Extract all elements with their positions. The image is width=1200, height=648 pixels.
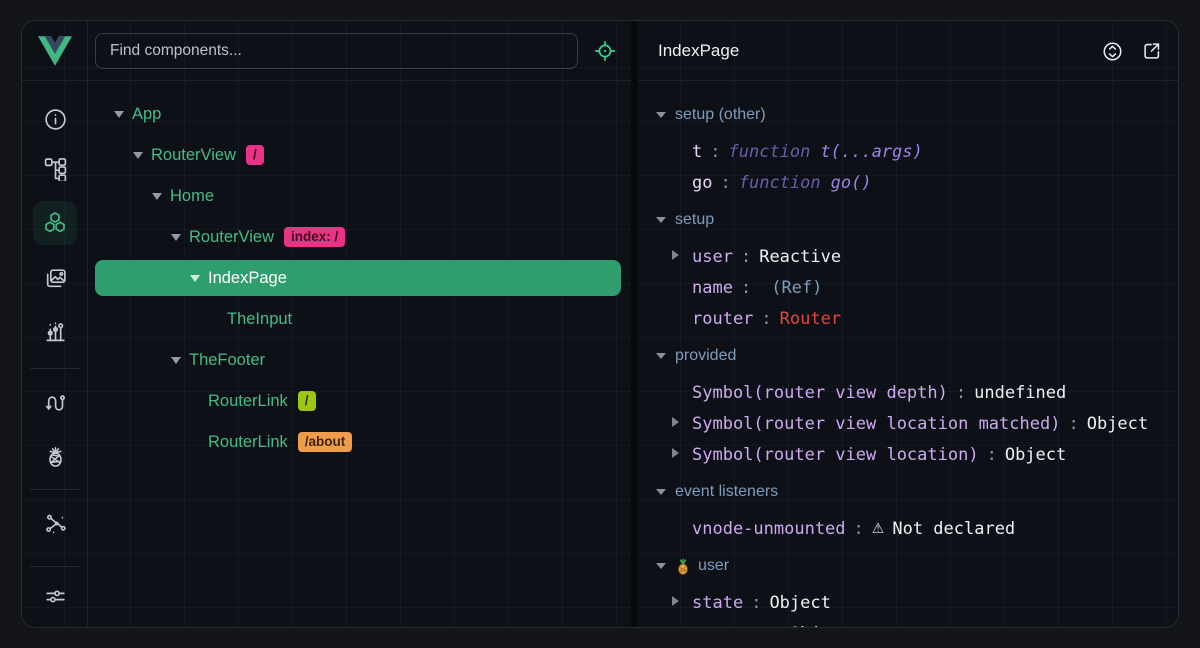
sidebar-item-elements-tree[interactable] — [33, 146, 77, 190]
chevron-right-icon[interactable] — [672, 250, 679, 260]
state-row-user[interactable]: user : Reactive — [638, 241, 1179, 272]
component-picker-button[interactable] — [594, 40, 616, 62]
tree-item-label: IndexPage — [208, 269, 287, 288]
tree-item-label: TheInput — [227, 310, 292, 329]
vue-logo[interactable] — [22, 21, 88, 81]
tree-item-label: RouterLink — [208, 433, 288, 452]
chevron-down-icon[interactable] — [656, 489, 666, 495]
inspector-header: IndexPage — [638, 21, 1179, 81]
assets-icon — [43, 266, 68, 291]
tree-item-thefooter[interactable]: TheFooter — [95, 342, 621, 378]
state-row-router-view-depth[interactable]: Symbol(router view depth) : undefined — [638, 377, 1179, 408]
component-tree-panel: App RouterView / Home RouterView index: … — [88, 21, 631, 627]
tree-item-home[interactable]: Home — [95, 178, 621, 214]
chevron-down-icon[interactable] — [171, 234, 181, 241]
tree-item-label: RouterView — [189, 228, 274, 247]
chevron-down-icon[interactable] — [133, 152, 143, 159]
chevron-right-icon[interactable] — [672, 448, 679, 458]
tree-item-routerview[interactable]: RouterView / — [95, 137, 621, 173]
sidebar-divider — [30, 489, 80, 490]
state-row-router[interactable]: router : Router — [638, 303, 1179, 334]
settings-sliders-icon — [43, 584, 68, 609]
state-row-go[interactable]: go : function go() — [638, 167, 1179, 198]
route-badge: /about — [298, 432, 353, 452]
sidebar-item-router[interactable] — [33, 381, 77, 425]
section-setup-other[interactable]: setup (other) — [638, 97, 1179, 133]
chevron-down-icon[interactable] — [656, 563, 666, 569]
open-in-editor-button[interactable] — [1140, 39, 1164, 63]
target-icon — [594, 40, 616, 62]
state-inspector-panel: IndexPage — [638, 21, 1179, 627]
devtools-window: App RouterView / Home RouterView index: … — [21, 20, 1179, 628]
search-input[interactable] — [95, 33, 578, 69]
vue-logo-icon — [38, 36, 72, 66]
tree-item-label: RouterView — [151, 146, 236, 165]
external-link-icon — [1141, 40, 1163, 62]
section-setup[interactable]: setup — [638, 202, 1179, 238]
tree-item-indexpage-selected[interactable]: IndexPage — [95, 260, 621, 296]
tree-item-routerlink-about[interactable]: RouterLink /about — [95, 424, 621, 460]
chevron-right-icon[interactable] — [672, 596, 679, 606]
sidebar-item-settings[interactable] — [33, 574, 77, 618]
tree-header — [88, 21, 631, 81]
section-event-listeners[interactable]: event listeners — [638, 474, 1179, 510]
state-row-state[interactable]: state : Object — [638, 587, 1179, 618]
pinia-pineapple-icon — [43, 444, 68, 469]
chevron-down-icon[interactable] — [152, 193, 162, 200]
chevron-down-icon[interactable] — [114, 111, 124, 118]
tree-item-theinput[interactable]: TheInput — [95, 301, 621, 337]
timeline-icon — [43, 319, 68, 344]
scroll-to-component-button[interactable] — [1100, 39, 1124, 63]
state-row-router-view-location[interactable]: Symbol(router view location) : Object — [638, 439, 1179, 470]
tree-item-app[interactable]: App — [95, 96, 621, 132]
router-icon — [43, 391, 68, 416]
graph-icon — [43, 511, 68, 536]
pineapple-icon — [675, 558, 691, 575]
sidebar-item-components[interactable] — [33, 201, 77, 245]
elements-tree-icon — [43, 156, 68, 181]
section-user-store[interactable]: user — [638, 548, 1179, 584]
sidebar-item-info[interactable] — [33, 97, 77, 141]
warning-icon: ⚠ — [872, 521, 885, 537]
tree-item-label: RouterLink — [208, 392, 288, 411]
tree-item-routerview-nested[interactable]: RouterView index: / — [95, 219, 621, 255]
tree-item-label: App — [132, 105, 161, 124]
component-tree: App RouterView / Home RouterView index: … — [88, 81, 631, 627]
state-row-router-view-location-matched[interactable]: Symbol(router view location matched) : O… — [638, 408, 1179, 439]
sidebar-divider — [30, 566, 80, 567]
sidebar — [22, 21, 88, 627]
state-sections: setup (other) t : function t(...args) go… — [638, 81, 1179, 627]
selected-component-title: IndexPage — [658, 41, 739, 61]
sidebar-item-graph[interactable] — [33, 501, 77, 545]
components-icon — [42, 210, 68, 236]
chevron-down-icon[interactable] — [190, 275, 200, 282]
chevron-down-icon[interactable] — [171, 357, 181, 364]
sidebar-item-pinia[interactable] — [33, 434, 77, 478]
section-provided[interactable]: provided — [638, 338, 1179, 374]
state-row-t[interactable]: t : function t(...args) — [638, 136, 1179, 167]
route-badge: / — [298, 391, 316, 411]
info-icon — [43, 107, 68, 132]
route-badge: index: / — [284, 227, 345, 247]
chevron-right-icon[interactable] — [672, 417, 679, 427]
state-row-getters[interactable]: getters : Object — [638, 618, 1179, 627]
state-row-name[interactable]: name : (Ref) — [638, 272, 1179, 303]
chevron-down-icon[interactable] — [656, 353, 666, 359]
chevron-down-icon[interactable] — [656, 217, 666, 223]
sidebar-item-assets[interactable] — [33, 256, 77, 300]
tree-item-routerlink-home[interactable]: RouterLink / — [95, 383, 621, 419]
tree-item-label: TheFooter — [189, 351, 265, 370]
scroll-icon — [1101, 40, 1124, 63]
state-row-vnode-unmounted[interactable]: vnode-unmounted : ⚠ Not declared — [638, 513, 1179, 544]
sidebar-divider — [30, 368, 80, 369]
sidebar-item-timeline[interactable] — [33, 309, 77, 353]
tree-item-label: Home — [170, 187, 214, 206]
chevron-down-icon[interactable] — [656, 112, 666, 118]
route-badge: / — [246, 145, 264, 165]
